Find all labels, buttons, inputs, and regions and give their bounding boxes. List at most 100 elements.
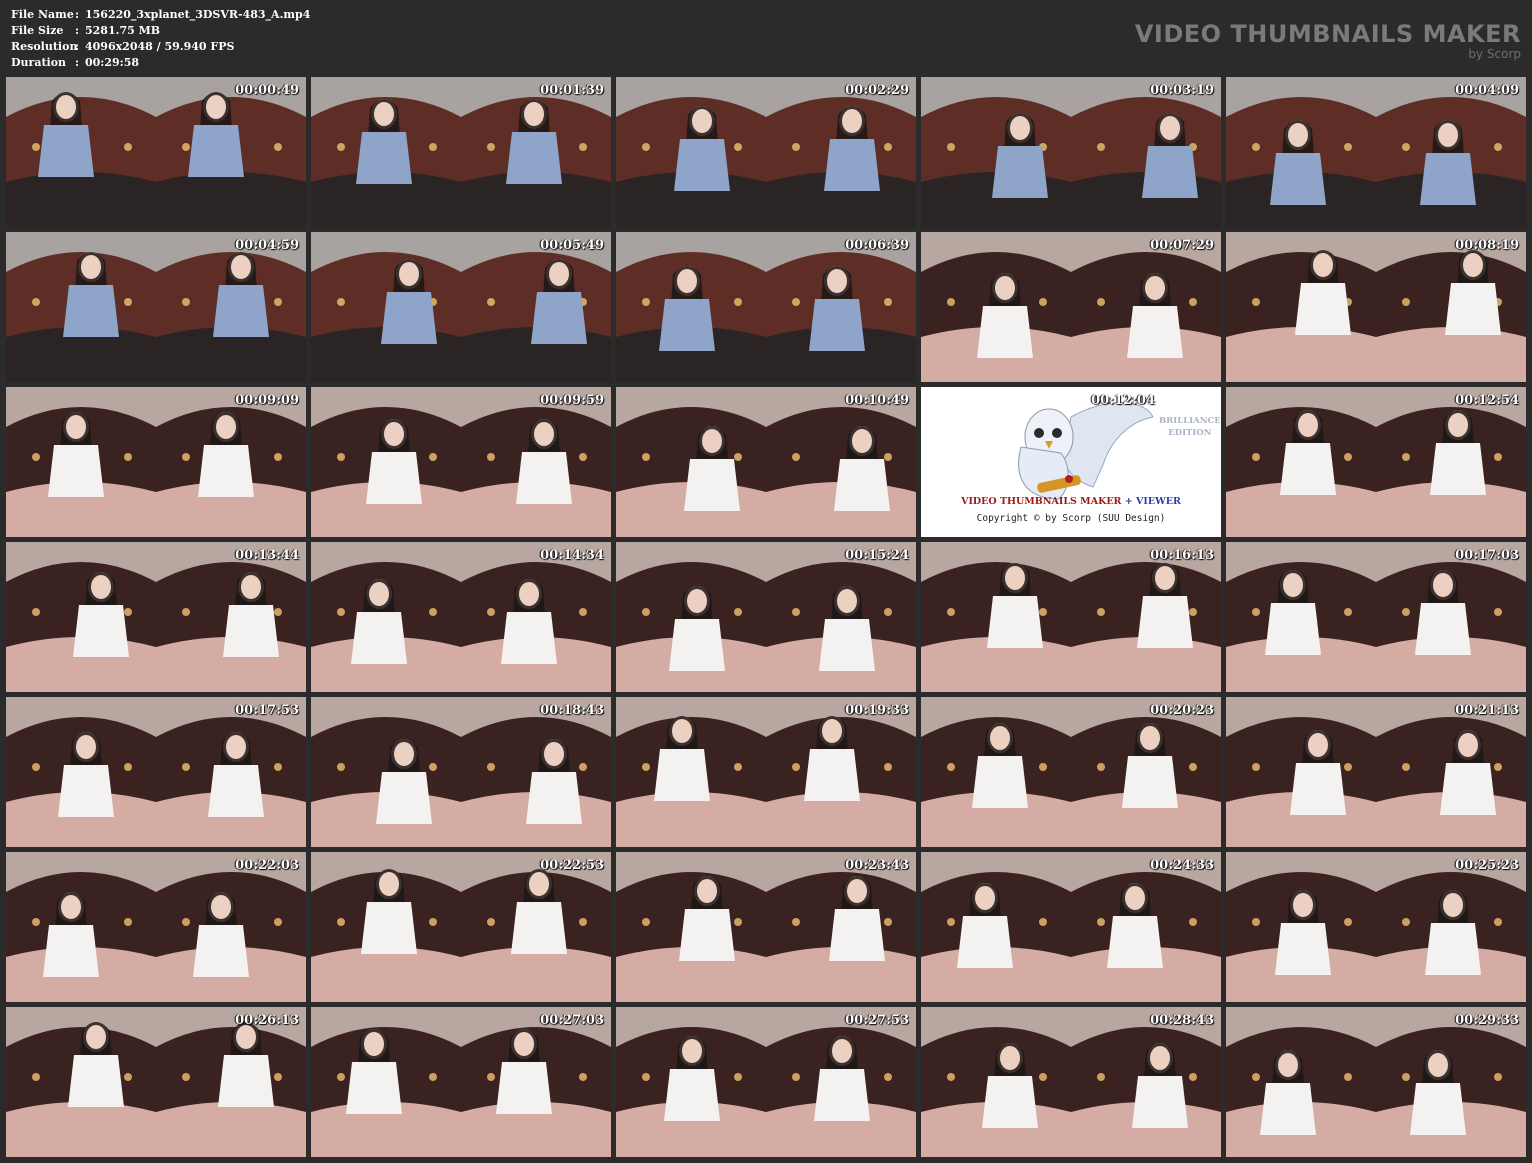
thumbnail-timestamp: 00:24:33 (1150, 858, 1214, 873)
thumbnail[interactable]: 00:10:49 (616, 387, 916, 537)
info-row-file-size: File Size : 5281.75 MB (11, 23, 310, 39)
info-label: File Name (11, 8, 74, 21)
frame-image (616, 1007, 916, 1157)
thumbnail[interactable]: 00:29:33 (1226, 1007, 1526, 1157)
thumbnail[interactable]: 00:07:29 (921, 232, 1221, 382)
info-separator: : (75, 24, 80, 37)
file-info: File Name : 156220_3xplanet_3DSVR-483_A.… (11, 7, 310, 71)
thumbnail[interactable]: 00:15:24 (616, 542, 916, 692)
thumbnail[interactable]: 00:17:53 (6, 697, 306, 847)
thumbnail-timestamp: 00:21:13 (1455, 703, 1519, 718)
thumbnail-timestamp: 00:02:29 (845, 83, 909, 98)
frame-image (6, 697, 306, 847)
frame-image (311, 387, 611, 537)
thumbnail[interactable]: 00:17:03 (1226, 542, 1526, 692)
thumbnail-timestamp: 00:17:03 (1455, 548, 1519, 563)
info-label: File Size (11, 24, 64, 37)
frame-image (616, 697, 916, 847)
thumbnail-timestamp: 00:06:39 (845, 238, 909, 253)
frame-image (6, 232, 306, 382)
thumbnail[interactable]: 00:20:23 (921, 697, 1221, 847)
thumbnail[interactable]: 00:03:19 (921, 77, 1221, 227)
frame-image (921, 232, 1221, 382)
header: File Name : 156220_3xplanet_3DSVR-483_A.… (0, 0, 1532, 76)
info-label: Duration (11, 56, 67, 69)
thumbnail[interactable]: 00:08:19 (1226, 232, 1526, 382)
info-separator: : (75, 56, 80, 69)
logo-edition: BRILLIANCE EDITION (1159, 415, 1221, 439)
logo-title: VIDEO THUMBNAILS MAKER + VIEWER (921, 496, 1221, 507)
frame-image (311, 232, 611, 382)
file-size-value: 5281.75 MB (85, 24, 161, 37)
thumbnail[interactable]: 00:27:03 (311, 1007, 611, 1157)
thumbnail-logo[interactable]: VIDEO THUMBNAILS MAKER + VIEWER Copyright… (921, 387, 1221, 537)
thumbnail[interactable]: 00:09:09 (6, 387, 306, 537)
info-separator: : (75, 40, 80, 53)
thumbnail[interactable]: 00:25:23 (1226, 852, 1526, 1002)
file-name-value: 156220_3xplanet_3DSVR-483_A.mp4 (85, 8, 311, 21)
frame-image (311, 1007, 611, 1157)
duration-value: 00:29:58 (85, 56, 140, 69)
thumbnail[interactable]: 00:14:34 (311, 542, 611, 692)
resolution-value: 4096x2048 / 59.940 FPS (85, 40, 235, 53)
thumbnail[interactable]: 00:27:53 (616, 1007, 916, 1157)
thumbnail[interactable]: 00:26:13 (6, 1007, 306, 1157)
thumbnail-timestamp: 00:20:23 (1150, 703, 1214, 718)
thumbnail[interactable]: 00:01:39 (311, 77, 611, 227)
frame-image (616, 542, 916, 692)
thumbnail-timestamp: 00:14:34 (540, 548, 604, 563)
thumbnail-timestamp: 00:03:19 (1150, 83, 1214, 98)
frame-image (616, 232, 916, 382)
thumbnail[interactable]: 00:06:39 (616, 232, 916, 382)
logo-edition-line: BRILLIANCE (1159, 416, 1221, 426)
thumbnail[interactable]: 00:09:59 (311, 387, 611, 537)
frame-image (6, 77, 306, 227)
thumbnail[interactable]: 00:04:09 (1226, 77, 1526, 227)
thumbnail[interactable]: 00:24:33 (921, 852, 1221, 1002)
thumbnail-grid: 00:00:49 00:01:39 00:02:29 00:03:19 00:04:09… (6, 77, 1526, 1157)
thumbnail[interactable]: 00:18:43 (311, 697, 611, 847)
thumbnail[interactable]: 00:19:33 (616, 697, 916, 847)
info-row-file-name: File Name : 156220_3xplanet_3DSVR-483_A.… (11, 7, 310, 23)
thumbnail[interactable]: 00:22:03 (6, 852, 306, 1002)
thumbnail[interactable]: 00:13:44 (6, 542, 306, 692)
thumbnail[interactable]: 00:16:13 (921, 542, 1221, 692)
brand-subtitle: by Scorp (1468, 47, 1521, 61)
frame-image (616, 387, 916, 537)
logo-edition-line: EDITION (1168, 428, 1212, 438)
thumbnail[interactable]: 00:23:43 (616, 852, 916, 1002)
logo-title-part: + VIEWER (1121, 496, 1181, 507)
thumbnail[interactable]: 00:04:59 (6, 232, 306, 382)
thumbnail[interactable]: 00:22:53 (311, 852, 611, 1002)
info-row-resolution: Resolution : 4096x2048 / 59.940 FPS (11, 39, 310, 55)
info-row-duration: Duration : 00:29:58 (11, 55, 310, 71)
frame-image (6, 542, 306, 692)
frame-image (311, 542, 611, 692)
thumbnail[interactable]: 00:02:29 (616, 77, 916, 227)
frame-image (616, 77, 916, 227)
thumbnail-timestamp: 00:13:44 (235, 548, 299, 563)
frame-image (921, 697, 1221, 847)
thumbnail-timestamp: 00:04:59 (235, 238, 299, 253)
thumbnail-timestamp: 00:07:29 (1150, 238, 1214, 253)
frame-image (6, 852, 306, 1002)
frame-image (616, 852, 916, 1002)
thumbnail[interactable]: 00:12:54 (1226, 387, 1526, 537)
frame-image (921, 542, 1221, 692)
thumbnail-timestamp: 00:29:33 (1455, 1013, 1519, 1028)
thumbnail-timestamp: 00:10:49 (845, 393, 909, 408)
info-label: Resolution (11, 40, 78, 53)
frame-image (1226, 1007, 1526, 1157)
thumbnail-timestamp: 00:25:23 (1455, 858, 1519, 873)
frame-image (6, 1007, 306, 1157)
thumbnail[interactable]: 00:05:49 (311, 232, 611, 382)
frame-image (1226, 77, 1526, 227)
thumbnail[interactable]: 00:21:13 (1226, 697, 1526, 847)
thumbnail-timestamp: 00:22:03 (235, 858, 299, 873)
thumbnail[interactable]: 00:28:43 (921, 1007, 1221, 1157)
thumbnail-timestamp: 00:28:43 (1150, 1013, 1214, 1028)
thumbnail-timestamp: 00:26:13 (235, 1013, 299, 1028)
thumbnail-timestamp: 00:00:49 (235, 83, 299, 98)
thumbnail[interactable]: 00:00:49 (6, 77, 306, 227)
thumbnail-timestamp: 00:12:54 (1455, 393, 1519, 408)
